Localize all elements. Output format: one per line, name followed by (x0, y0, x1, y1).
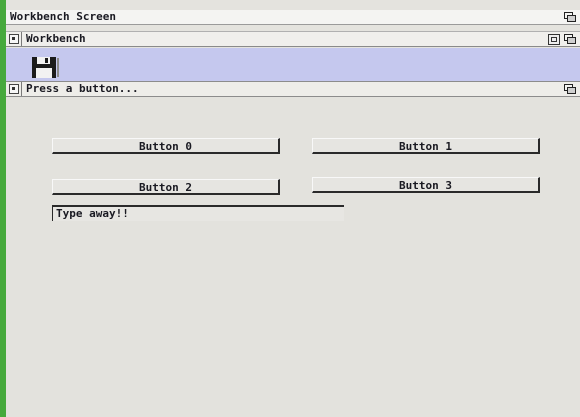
program-depth-gadget-icon[interactable] (564, 84, 576, 94)
title-separator (21, 32, 22, 46)
button-1[interactable]: Button 1 (312, 138, 540, 154)
workbench-screen: Workbench Screen Workbench Press a butto… (6, 0, 580, 417)
workbench-window-content (6, 48, 580, 81)
text-input-field[interactable]: Type away!! (52, 205, 344, 221)
screen-title: Workbench Screen (10, 10, 116, 23)
workbench-zoom-gadget-icon[interactable] (548, 34, 560, 45)
workbench-close-gadget-icon[interactable] (9, 34, 19, 44)
button-0[interactable]: Button 0 (52, 138, 280, 154)
workbench-depth-gadget-icon[interactable] (564, 34, 576, 44)
workbench-window-title-bar[interactable]: Workbench (6, 31, 580, 47)
program-window-title-bar[interactable]: Press a button... (6, 81, 580, 97)
button-3[interactable]: Button 3 (312, 177, 540, 193)
title-separator (21, 82, 22, 96)
screen-depth-gadget-icon[interactable] (564, 12, 576, 22)
program-close-gadget-icon[interactable] (9, 84, 19, 94)
button-2[interactable]: Button 2 (52, 179, 280, 195)
program-window-title: Press a button... (26, 82, 139, 95)
floppy-disk-icon[interactable] (30, 56, 60, 79)
workbench-window-title: Workbench (26, 32, 86, 45)
screen-title-bar[interactable]: Workbench Screen (6, 10, 580, 25)
